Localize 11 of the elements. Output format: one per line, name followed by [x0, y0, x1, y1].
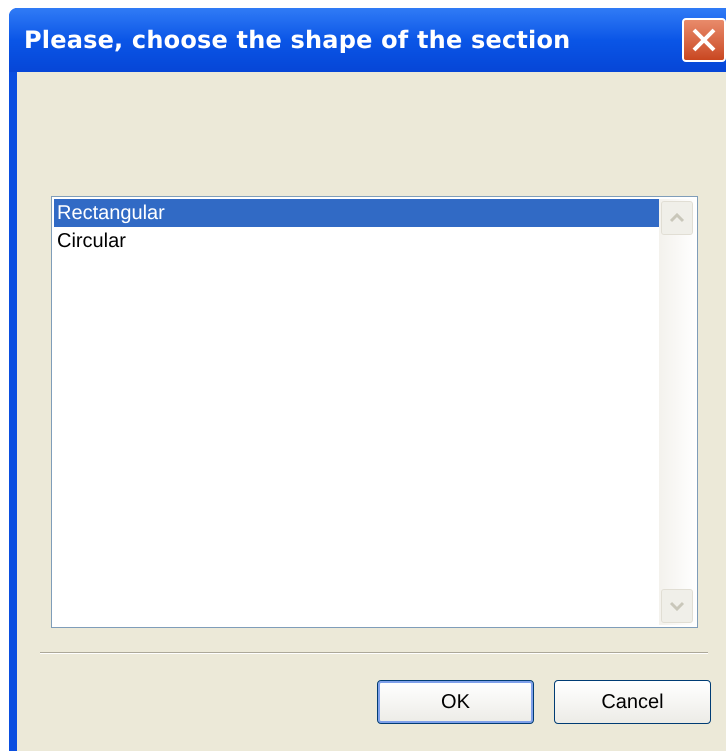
close-icon	[691, 27, 717, 53]
list-item[interactable]: Rectangular	[54, 199, 659, 227]
caret-down-icon	[669, 601, 685, 611]
scroll-down-button[interactable]	[661, 589, 693, 623]
caret-up-icon	[669, 213, 685, 223]
list-item[interactable]: Circular	[54, 227, 659, 255]
dialog-button[interactable]: OK	[377, 680, 534, 724]
window-title: Please, choose the shape of the section	[24, 25, 570, 56]
scroll-up-button[interactable]	[661, 201, 693, 235]
dialog-button[interactable]: Cancel	[554, 680, 711, 724]
close-button[interactable]	[682, 18, 726, 62]
